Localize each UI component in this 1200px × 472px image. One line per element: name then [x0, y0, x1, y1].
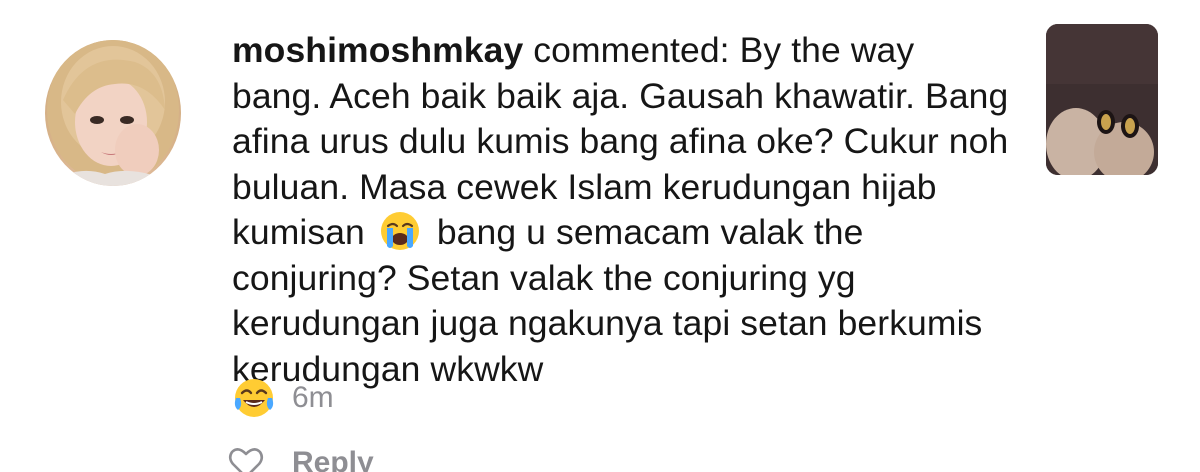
comment-actions: Reply [228, 446, 374, 472]
face-with-tears-of-joy-icon [232, 376, 276, 420]
comment-meta: 6m [232, 376, 334, 420]
post-thumbnail[interactable] [1046, 24, 1158, 175]
comment-body: moshimoshmkay commented: By the way bang… [232, 28, 1012, 392]
comment-username[interactable]: moshimoshmkay [232, 30, 523, 70]
commenter-avatar[interactable] [45, 40, 181, 186]
comment-verb: commented: [533, 30, 730, 70]
loudly-crying-face-icon [379, 210, 421, 252]
heart-outline-icon[interactable] [228, 446, 264, 472]
comment-timestamp: 6m [292, 381, 334, 414]
reply-button[interactable]: Reply [292, 446, 374, 472]
